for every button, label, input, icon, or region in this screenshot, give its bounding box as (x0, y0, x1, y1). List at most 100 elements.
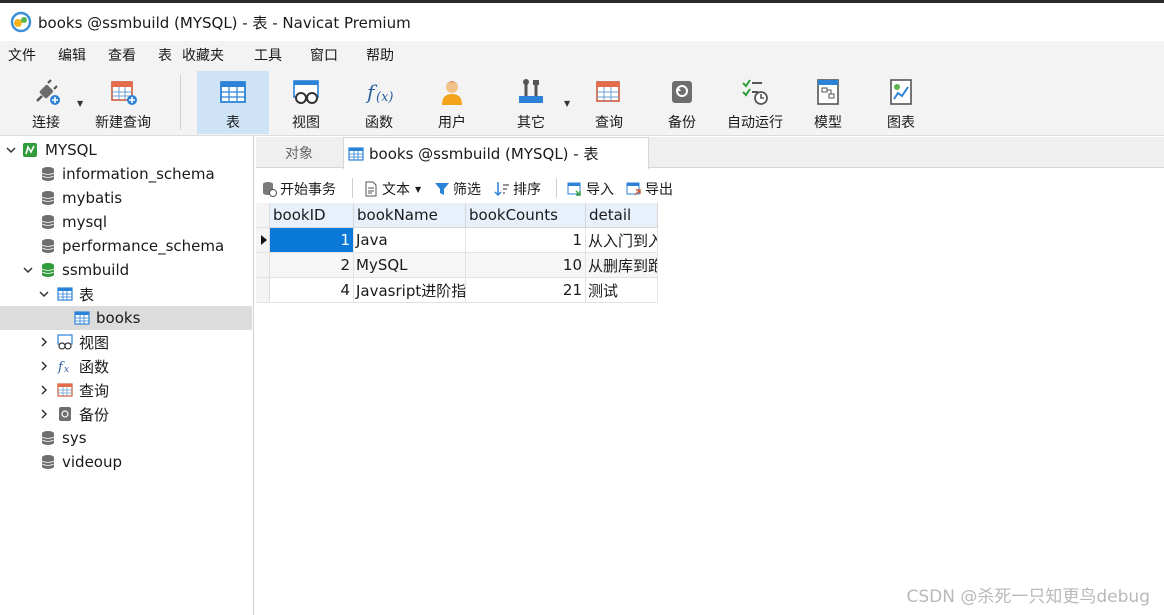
menu-bar: 文件 编辑 查看 表 收藏夹 工具 窗口 帮助 (0, 41, 1164, 69)
tab-books-label: books @ssmbuild (MYSQL) - 表 (369, 145, 599, 163)
table-cell[interactable]: 测试 (586, 278, 658, 303)
tree-db-videoup[interactable]: videoup (0, 450, 252, 474)
tree-group-functions[interactable]: fx 函数 (0, 354, 252, 378)
chevron-down-icon[interactable] (37, 287, 51, 301)
navigation-tree: MYSQL information_schema mybatis mysql p… (0, 136, 254, 615)
tree-db-sys[interactable]: sys (0, 426, 252, 450)
user-button[interactable]: 用户 (424, 71, 480, 134)
connect-dropdown-icon[interactable]: ▼ (77, 99, 83, 108)
row-header[interactable] (256, 228, 270, 253)
table-cell[interactable]: 21 (466, 278, 586, 303)
backup-button[interactable]: 备份 (654, 71, 710, 134)
filter-button[interactable]: 筛选 (434, 178, 481, 200)
query-icon (596, 81, 620, 102)
table-icon (348, 146, 364, 161)
database-icon (41, 167, 55, 181)
database-icon (41, 191, 55, 205)
view-icon (293, 80, 319, 104)
svg-text:(x): (x) (376, 90, 393, 105)
filter-icon (435, 183, 449, 195)
table-button[interactable]: 表 (197, 71, 269, 134)
export-button[interactable]: 导出 (626, 178, 673, 200)
tree-group-tables[interactable]: 表 (0, 282, 252, 306)
tree-group-views[interactable]: 视图 (0, 330, 252, 354)
column-header-detail[interactable]: detail (586, 203, 658, 228)
connect-button[interactable]: 连接 (22, 71, 70, 134)
plug-icon (36, 79, 60, 105)
tab-objects[interactable]: 对象 (256, 137, 342, 168)
tree-table-books[interactable]: books (0, 306, 252, 330)
menu-file[interactable]: 文件 (8, 45, 36, 65)
view-button[interactable]: 视图 (278, 71, 334, 134)
table-cell[interactable]: 从删库到跑 (586, 253, 658, 278)
automation-button[interactable]: 自动运行 (722, 71, 788, 134)
table-cell[interactable]: 从入门到入 (586, 228, 658, 253)
chevron-right-icon[interactable] (37, 335, 51, 349)
tree-group-queries[interactable]: 查询 (0, 378, 252, 402)
table-cell[interactable]: Javasript进阶指 (354, 278, 466, 303)
function-button[interactable]: f (x) 函数 (351, 71, 407, 134)
table-cell[interactable]: 1 (270, 228, 354, 253)
chevron-down-icon[interactable] (21, 263, 35, 277)
row-header[interactable] (256, 253, 270, 278)
menu-table[interactable]: 表 (158, 45, 172, 65)
query-icon (57, 383, 73, 397)
tree-db-mysql[interactable]: mysql (0, 210, 252, 234)
table-cell[interactable]: Java (354, 228, 466, 253)
query-button[interactable]: 查询 (581, 71, 637, 134)
export-icon (626, 182, 641, 196)
new-query-button[interactable]: 新建查询 (90, 71, 156, 134)
table-cell[interactable]: 2 (270, 253, 354, 278)
tree-db-performance-schema[interactable]: performance_schema (0, 234, 252, 258)
table-cell[interactable]: 4 (270, 278, 354, 303)
tree-group-backups[interactable]: 备份 (0, 402, 252, 426)
grid-corner (256, 203, 270, 228)
row-header[interactable] (256, 278, 270, 303)
chart-button[interactable]: 图表 (873, 71, 929, 134)
user-icon (442, 81, 462, 105)
chevron-down-icon[interactable] (4, 143, 18, 157)
tree-db-ssmbuild[interactable]: ssmbuild (0, 258, 252, 282)
chevron-right-icon[interactable] (37, 383, 51, 397)
function-icon: fx (57, 360, 69, 374)
import-icon (567, 182, 581, 196)
table-cell[interactable]: MySQL (354, 253, 466, 278)
menu-favorites[interactable]: 收藏夹 (182, 45, 224, 65)
table-icon (220, 81, 246, 103)
tree-db-mybatis[interactable]: mybatis (0, 186, 252, 210)
menu-window[interactable]: 窗口 (310, 45, 338, 65)
menu-edit[interactable]: 编辑 (58, 45, 86, 65)
tools-icon (519, 79, 543, 103)
begin-transaction-button[interactable]: 开始事务 (261, 178, 336, 200)
tree-connection-mysql[interactable]: MYSQL (0, 138, 252, 162)
column-header-bookid[interactable]: bookID (270, 203, 354, 228)
sort-button[interactable]: 排序 (494, 178, 541, 200)
other-button[interactable]: 其它 (503, 71, 559, 134)
chevron-right-icon[interactable] (37, 407, 51, 421)
other-dropdown-icon[interactable]: ▼ (564, 99, 570, 108)
tab-books-table[interactable]: books @ssmbuild (MYSQL) - 表 (343, 137, 649, 169)
document-icon (365, 181, 377, 197)
text-button[interactable]: 文本 ▼ (363, 178, 421, 200)
table-cell[interactable]: 10 (466, 253, 586, 278)
backup-icon (672, 81, 692, 103)
column-header-bookcounts[interactable]: bookCounts (466, 203, 586, 228)
table-toolbar: 开始事务 文本 ▼ 筛选 排序 导入 导出 (256, 174, 1164, 202)
database-open-icon (41, 263, 55, 277)
tab-bar: 对象 books @ssmbuild (MYSQL) - 表 (256, 137, 1164, 169)
model-button[interactable]: 模型 (800, 71, 856, 134)
menu-help[interactable]: 帮助 (366, 45, 394, 65)
chevron-right-icon[interactable] (37, 359, 51, 373)
menu-view[interactable]: 查看 (108, 45, 136, 65)
database-icon (41, 431, 55, 445)
table-cell[interactable]: 1 (466, 228, 586, 253)
import-button[interactable]: 导入 (567, 178, 614, 200)
text-dropdown-icon[interactable]: ▼ (415, 185, 421, 194)
new-query-icon (111, 81, 137, 105)
transaction-icon (263, 182, 277, 197)
tree-db-information-schema[interactable]: information_schema (0, 162, 252, 186)
backup-icon (59, 407, 71, 421)
menu-tools[interactable]: 工具 (254, 45, 282, 65)
column-header-bookname[interactable]: bookName (354, 203, 466, 228)
database-icon (41, 215, 55, 229)
